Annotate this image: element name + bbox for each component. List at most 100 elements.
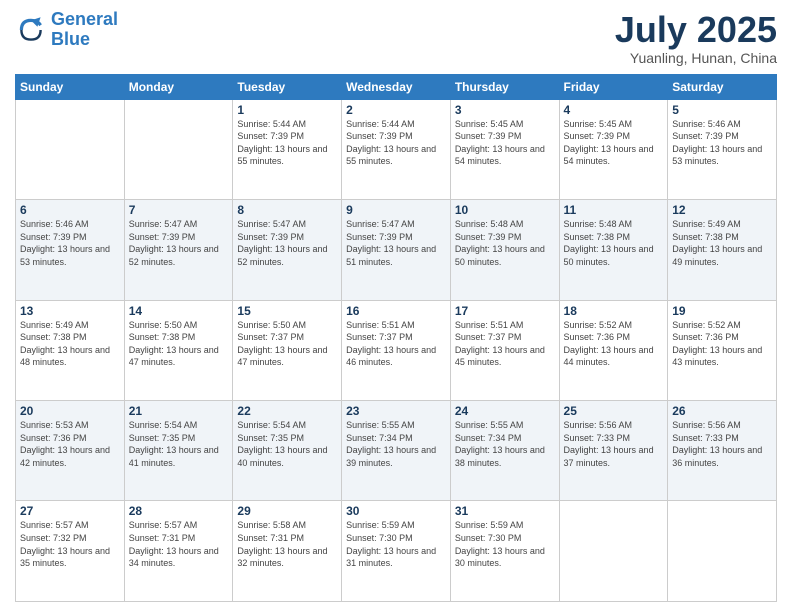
calendar-week-2: 6Sunrise: 5:46 AMSunset: 7:39 PMDaylight… <box>16 200 777 300</box>
logo-icon <box>15 14 47 46</box>
table-row: 26Sunrise: 5:56 AMSunset: 7:33 PMDayligh… <box>668 401 777 501</box>
table-row: 8Sunrise: 5:47 AMSunset: 7:39 PMDaylight… <box>233 200 342 300</box>
col-monday: Monday <box>124 74 233 99</box>
table-row: 4Sunrise: 5:45 AMSunset: 7:39 PMDaylight… <box>559 99 668 199</box>
day-info: Sunrise: 5:55 AMSunset: 7:34 PMDaylight:… <box>455 419 555 469</box>
table-row: 20Sunrise: 5:53 AMSunset: 7:36 PMDayligh… <box>16 401 125 501</box>
day-number: 4 <box>564 103 664 117</box>
table-row: 12Sunrise: 5:49 AMSunset: 7:38 PMDayligh… <box>668 200 777 300</box>
logo-general: General <box>51 9 118 29</box>
day-number: 1 <box>237 103 337 117</box>
col-friday: Friday <box>559 74 668 99</box>
day-number: 18 <box>564 304 664 318</box>
table-row: 17Sunrise: 5:51 AMSunset: 7:37 PMDayligh… <box>450 300 559 400</box>
day-number: 31 <box>455 504 555 518</box>
table-row <box>668 501 777 602</box>
day-info: Sunrise: 5:45 AMSunset: 7:39 PMDaylight:… <box>455 118 555 168</box>
col-saturday: Saturday <box>668 74 777 99</box>
day-number: 15 <box>237 304 337 318</box>
table-row: 27Sunrise: 5:57 AMSunset: 7:32 PMDayligh… <box>16 501 125 602</box>
col-sunday: Sunday <box>16 74 125 99</box>
day-number: 5 <box>672 103 772 117</box>
day-info: Sunrise: 5:46 AMSunset: 7:39 PMDaylight:… <box>672 118 772 168</box>
day-number: 6 <box>20 203 120 217</box>
table-row: 5Sunrise: 5:46 AMSunset: 7:39 PMDaylight… <box>668 99 777 199</box>
day-info: Sunrise: 5:59 AMSunset: 7:30 PMDaylight:… <box>455 519 555 569</box>
day-info: Sunrise: 5:52 AMSunset: 7:36 PMDaylight:… <box>672 319 772 369</box>
day-number: 17 <box>455 304 555 318</box>
day-number: 2 <box>346 103 446 117</box>
day-number: 11 <box>564 203 664 217</box>
logo-text: General Blue <box>51 10 118 50</box>
day-info: Sunrise: 5:56 AMSunset: 7:33 PMDaylight:… <box>564 419 664 469</box>
day-number: 23 <box>346 404 446 418</box>
day-info: Sunrise: 5:52 AMSunset: 7:36 PMDaylight:… <box>564 319 664 369</box>
day-number: 20 <box>20 404 120 418</box>
day-number: 10 <box>455 203 555 217</box>
day-info: Sunrise: 5:47 AMSunset: 7:39 PMDaylight:… <box>346 218 446 268</box>
day-info: Sunrise: 5:48 AMSunset: 7:38 PMDaylight:… <box>564 218 664 268</box>
day-info: Sunrise: 5:51 AMSunset: 7:37 PMDaylight:… <box>455 319 555 369</box>
table-row: 19Sunrise: 5:52 AMSunset: 7:36 PMDayligh… <box>668 300 777 400</box>
day-info: Sunrise: 5:57 AMSunset: 7:32 PMDaylight:… <box>20 519 120 569</box>
day-info: Sunrise: 5:47 AMSunset: 7:39 PMDaylight:… <box>129 218 229 268</box>
col-thursday: Thursday <box>450 74 559 99</box>
day-number: 30 <box>346 504 446 518</box>
day-info: Sunrise: 5:51 AMSunset: 7:37 PMDaylight:… <box>346 319 446 369</box>
table-row: 23Sunrise: 5:55 AMSunset: 7:34 PMDayligh… <box>342 401 451 501</box>
calendar-week-1: 1Sunrise: 5:44 AMSunset: 7:39 PMDaylight… <box>16 99 777 199</box>
table-row <box>124 99 233 199</box>
table-row: 29Sunrise: 5:58 AMSunset: 7:31 PMDayligh… <box>233 501 342 602</box>
page: General Blue July 2025 Yuanling, Hunan, … <box>0 0 792 612</box>
table-row: 28Sunrise: 5:57 AMSunset: 7:31 PMDayligh… <box>124 501 233 602</box>
day-number: 21 <box>129 404 229 418</box>
table-row <box>16 99 125 199</box>
table-row: 2Sunrise: 5:44 AMSunset: 7:39 PMDaylight… <box>342 99 451 199</box>
table-row: 9Sunrise: 5:47 AMSunset: 7:39 PMDaylight… <box>342 200 451 300</box>
table-row: 6Sunrise: 5:46 AMSunset: 7:39 PMDaylight… <box>16 200 125 300</box>
table-row: 14Sunrise: 5:50 AMSunset: 7:38 PMDayligh… <box>124 300 233 400</box>
calendar-week-5: 27Sunrise: 5:57 AMSunset: 7:32 PMDayligh… <box>16 501 777 602</box>
day-number: 26 <box>672 404 772 418</box>
table-row: 31Sunrise: 5:59 AMSunset: 7:30 PMDayligh… <box>450 501 559 602</box>
table-row: 3Sunrise: 5:45 AMSunset: 7:39 PMDaylight… <box>450 99 559 199</box>
day-number: 12 <box>672 203 772 217</box>
day-number: 3 <box>455 103 555 117</box>
day-info: Sunrise: 5:50 AMSunset: 7:38 PMDaylight:… <box>129 319 229 369</box>
table-row: 13Sunrise: 5:49 AMSunset: 7:38 PMDayligh… <box>16 300 125 400</box>
day-info: Sunrise: 5:49 AMSunset: 7:38 PMDaylight:… <box>20 319 120 369</box>
header: General Blue July 2025 Yuanling, Hunan, … <box>15 10 777 66</box>
col-wednesday: Wednesday <box>342 74 451 99</box>
header-row: Sunday Monday Tuesday Wednesday Thursday… <box>16 74 777 99</box>
table-row: 30Sunrise: 5:59 AMSunset: 7:30 PMDayligh… <box>342 501 451 602</box>
day-number: 29 <box>237 504 337 518</box>
logo: General Blue <box>15 10 118 50</box>
day-number: 24 <box>455 404 555 418</box>
calendar-table: Sunday Monday Tuesday Wednesday Thursday… <box>15 74 777 602</box>
table-row: 22Sunrise: 5:54 AMSunset: 7:35 PMDayligh… <box>233 401 342 501</box>
calendar-week-4: 20Sunrise: 5:53 AMSunset: 7:36 PMDayligh… <box>16 401 777 501</box>
day-number: 7 <box>129 203 229 217</box>
table-row <box>559 501 668 602</box>
day-info: Sunrise: 5:55 AMSunset: 7:34 PMDaylight:… <box>346 419 446 469</box>
day-number: 28 <box>129 504 229 518</box>
table-row: 21Sunrise: 5:54 AMSunset: 7:35 PMDayligh… <box>124 401 233 501</box>
table-row: 7Sunrise: 5:47 AMSunset: 7:39 PMDaylight… <box>124 200 233 300</box>
month-title: July 2025 <box>615 10 777 50</box>
table-row: 16Sunrise: 5:51 AMSunset: 7:37 PMDayligh… <box>342 300 451 400</box>
day-info: Sunrise: 5:44 AMSunset: 7:39 PMDaylight:… <box>237 118 337 168</box>
day-info: Sunrise: 5:50 AMSunset: 7:37 PMDaylight:… <box>237 319 337 369</box>
day-number: 27 <box>20 504 120 518</box>
day-info: Sunrise: 5:59 AMSunset: 7:30 PMDaylight:… <box>346 519 446 569</box>
title-block: July 2025 Yuanling, Hunan, China <box>615 10 777 66</box>
day-number: 19 <box>672 304 772 318</box>
day-number: 9 <box>346 203 446 217</box>
day-info: Sunrise: 5:57 AMSunset: 7:31 PMDaylight:… <box>129 519 229 569</box>
day-info: Sunrise: 5:46 AMSunset: 7:39 PMDaylight:… <box>20 218 120 268</box>
day-info: Sunrise: 5:54 AMSunset: 7:35 PMDaylight:… <box>237 419 337 469</box>
calendar-week-3: 13Sunrise: 5:49 AMSunset: 7:38 PMDayligh… <box>16 300 777 400</box>
day-number: 25 <box>564 404 664 418</box>
table-row: 25Sunrise: 5:56 AMSunset: 7:33 PMDayligh… <box>559 401 668 501</box>
table-row: 1Sunrise: 5:44 AMSunset: 7:39 PMDaylight… <box>233 99 342 199</box>
location-subtitle: Yuanling, Hunan, China <box>615 50 777 66</box>
